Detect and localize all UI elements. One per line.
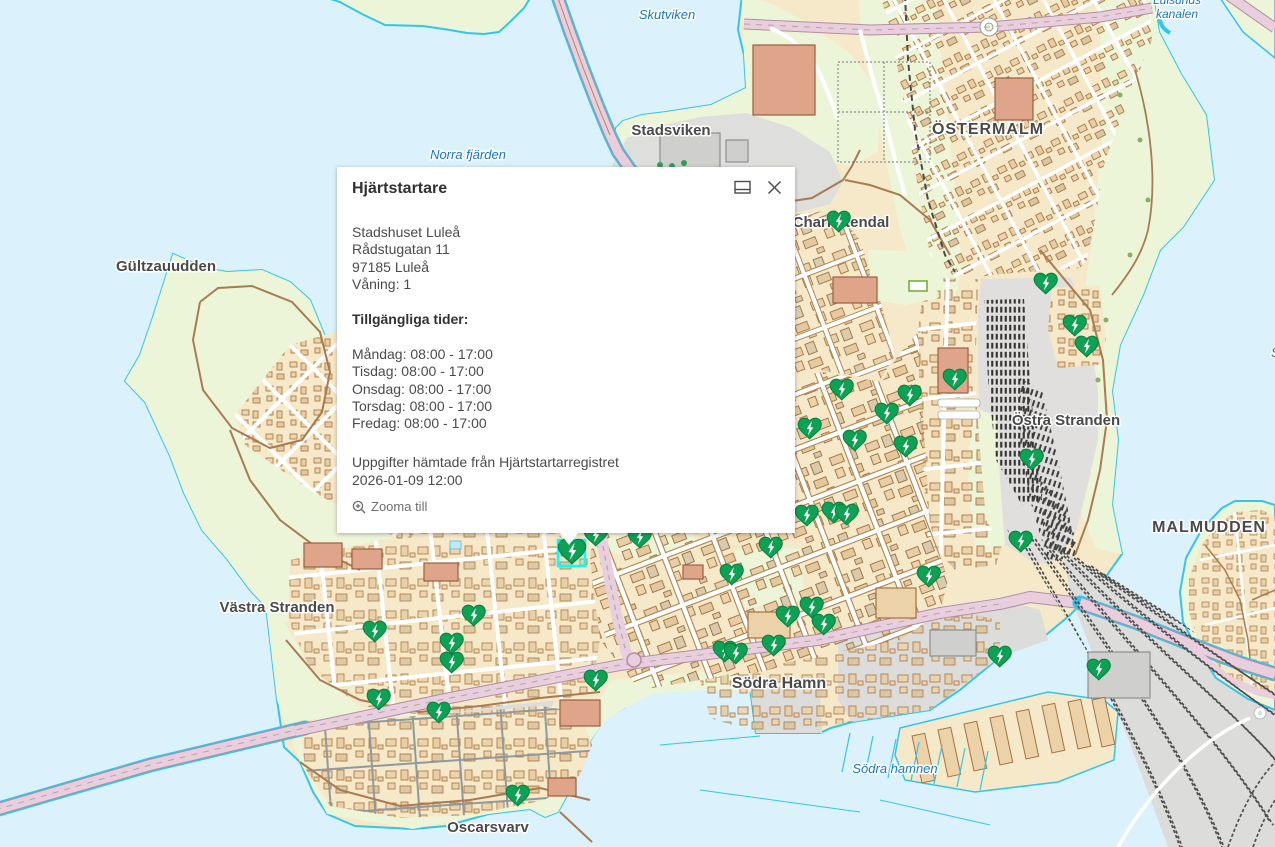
svg-text:Södra Hamn: Södra Hamn: [732, 675, 826, 692]
svg-text:Stadsviken: Stadsviken: [631, 122, 710, 139]
svg-text:Oscarsvarv: Oscarsvarv: [447, 819, 529, 836]
svg-text:Södra hamnen: Södra hamnen: [852, 761, 937, 776]
svg-text:Gültzauudden: Gültzauudden: [116, 258, 216, 275]
svg-text:Skutviken: Skutviken: [639, 7, 695, 22]
svg-text:ÖSTERMALM: ÖSTERMALM: [932, 119, 1044, 138]
svg-text:kanalen: kanalen: [1156, 7, 1198, 21]
svg-text:S: S: [1271, 345, 1275, 360]
svg-text:MALMUDDEN: MALMUDDEN: [1152, 519, 1266, 536]
svg-text:Lulsunds: Lulsunds: [1153, 0, 1201, 7]
svg-text:Norra fjärden: Norra fjärden: [430, 147, 506, 162]
svg-text:Östra Stranden: Östra Stranden: [1012, 412, 1120, 429]
svg-text:Västra Stranden: Västra Stranden: [219, 599, 334, 616]
